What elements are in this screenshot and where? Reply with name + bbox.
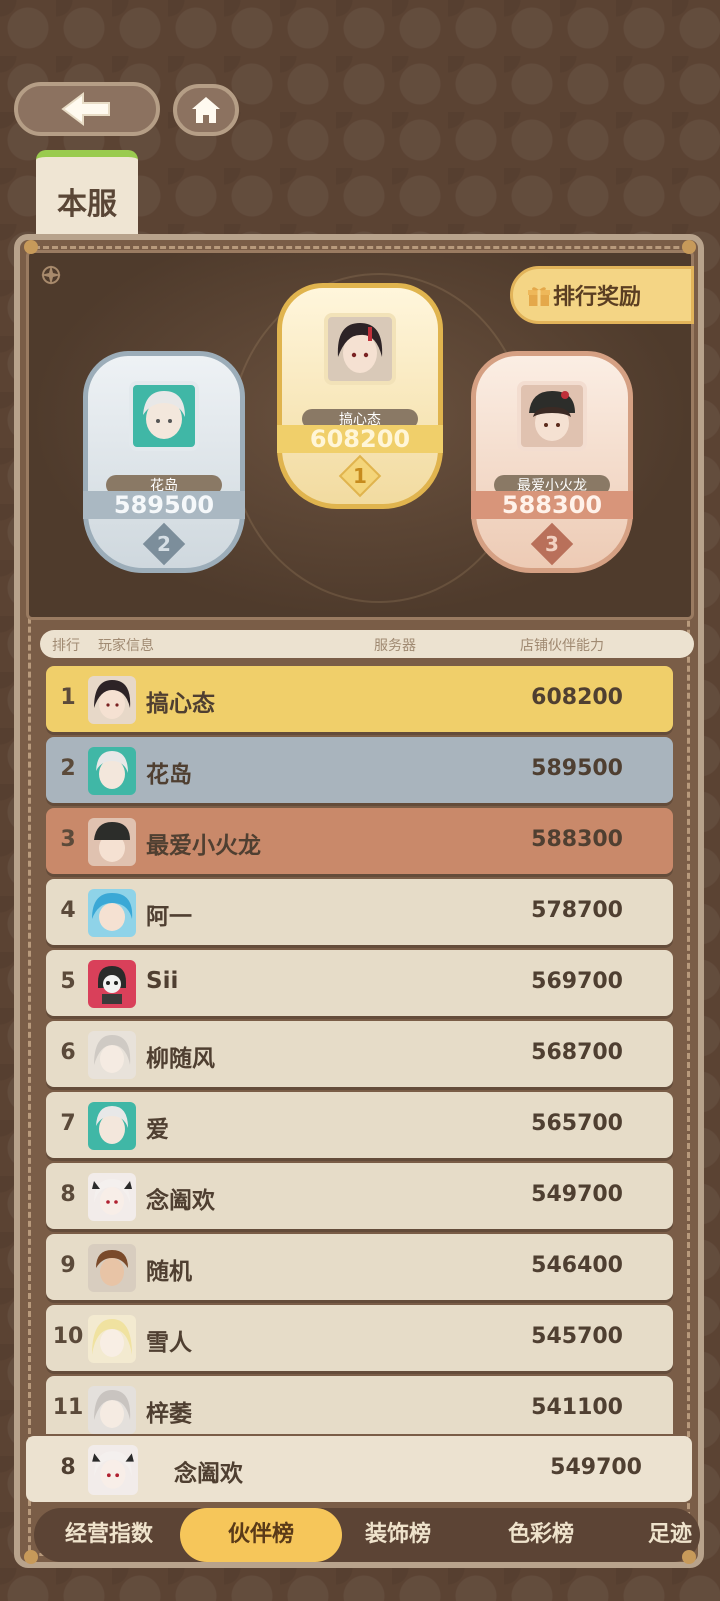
list-row[interactable]: 11 梓萎 541100 [46,1376,673,1434]
header-rank: 排行 [52,638,80,654]
avatar [88,1315,136,1363]
list-row[interactable]: 2 花岛 589500 [46,737,673,803]
avatar [88,889,136,937]
avatar [88,1102,136,1150]
list-row[interactable]: 8 念阖欢 549700 [46,1163,673,1229]
avatar [88,818,136,866]
list-row[interactable]: 3 最爱小火龙 588300 [46,808,673,874]
corner-ornament-icon [41,265,61,285]
list-header: 排行 玩家信息 服务器 店铺伙伴能力 [40,630,694,658]
avatar [88,1031,136,1079]
tab-server-label: 本服 [57,187,117,222]
list-row[interactable]: 1 搞心态 608200 [46,666,673,732]
avatar [324,313,396,385]
home-button[interactable] [173,84,239,136]
podium-card-1[interactable]: 搞心态 608200 1 [277,283,443,513]
list-row[interactable]: 10 雪人 545700 [46,1305,673,1371]
avatar [88,1173,136,1221]
podium-score-3: 588300 [471,491,633,519]
list-row[interactable]: 6 柳随风 568700 [46,1021,673,1087]
avatar [88,1445,138,1495]
list-row[interactable]: 9 随机 546400 [46,1234,673,1300]
avatar [88,960,136,1008]
avatar [88,747,136,795]
my-score: 549700 [550,1455,642,1480]
home-icon [192,97,220,123]
back-arrow-icon [61,92,110,126]
podium-score-1: 608200 [277,425,443,453]
avatar [88,1386,136,1434]
corner-rivet [24,1550,38,1564]
podium-card-3[interactable]: 最爱小火龙 588300 3 [471,351,633,581]
list-row[interactable]: 7 爱 565700 [46,1092,673,1158]
header-player: 玩家信息 [98,638,154,654]
podium-score-2: 589500 [83,491,245,519]
avatar [517,381,587,451]
tab-color-rank[interactable]: 色彩榜 [468,1508,614,1562]
rank-reward-label: 排行奖励 [553,285,642,310]
list-row[interactable]: 5 Sii 569700 [46,950,673,1016]
avatar [129,381,199,451]
tab-decoration-rank[interactable]: 装饰榜 [330,1508,466,1562]
my-rank-row[interactable]: 8 念阖欢 549700 [26,1436,692,1502]
ranking-list[interactable]: 1 搞心态 608200 2 花岛 589500 3 最爱小火龙 588300 … [40,664,700,1434]
corner-rivet [682,1550,696,1564]
tab-partner-rank[interactable]: 伙伴榜 [180,1508,342,1562]
list-row[interactable]: 4 阿一 578700 [46,879,673,945]
back-button[interactable] [14,82,160,136]
corner-rivet [682,240,696,254]
my-name: 念阖欢 [174,1461,243,1487]
podium-card-2[interactable]: 花岛 589500 2 [83,351,245,581]
header-power: 店铺伙伴能力 [520,638,604,654]
avatar [88,1244,136,1292]
header-server: 服务器 [374,638,416,654]
bottom-tab-bar: 经营指数 伙伴榜 装饰榜 色彩榜 足迹 [34,1508,700,1562]
tab-server-local[interactable]: 本服 [36,150,138,236]
tab-business-index[interactable]: 经营指数 [34,1508,184,1562]
rank-reward-button[interactable]: 排行奖励 [510,266,694,324]
avatar [88,676,136,724]
corner-rivet [24,240,38,254]
gift-icon [528,287,550,306]
